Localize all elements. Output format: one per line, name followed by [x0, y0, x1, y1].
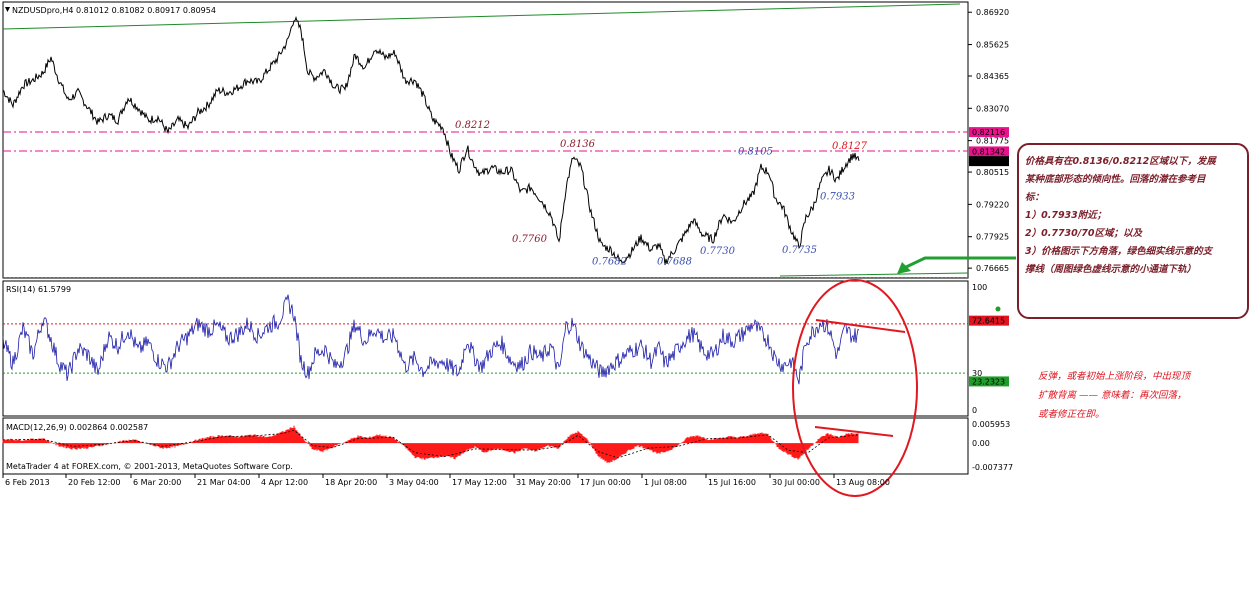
price-tick-label: 0.77925	[976, 233, 1009, 242]
price-tick-label: 0.79220	[976, 200, 1009, 209]
note-line: 扩散背离 —— 意味着：再次回落，	[1038, 390, 1187, 401]
time-tick-label: 17 Jun 00:00	[580, 478, 631, 487]
time-tick-label: 4 Apr 12:00	[261, 478, 308, 487]
price-annotation: 0.7682	[592, 257, 627, 268]
time-tick-label: 30 Jul 00:00	[772, 478, 820, 487]
callout-line: 撑线（周图绿色虚线示意的小通道下轨）	[1025, 264, 1197, 275]
time-tick-label: 18 Apr 20:00	[325, 478, 377, 487]
rsi-dot-icon	[995, 306, 1001, 312]
price-annotation: 0.8136	[560, 139, 596, 150]
analysis-callout: 价格具有在0.8136/0.8212区域以下，发展 某种底部形态的倾向性。回落的…	[1017, 143, 1249, 319]
callout-line: 1）0.7933附近；	[1025, 210, 1107, 221]
price-panel	[2, 1, 969, 279]
price-tick-label: 0.84365	[976, 72, 1009, 81]
rsi-tick-label: 0	[972, 406, 977, 415]
time-tick-label: 13 Aug 08:00	[836, 478, 890, 487]
callout-line: 标：	[1025, 192, 1045, 203]
price-tick-label: 0.86920	[976, 8, 1009, 17]
callout-line: 3）价格图示下方角落，绿色细实线示意的支	[1025, 246, 1213, 257]
price-tick-label: 0.85625	[976, 41, 1009, 50]
time-tick-label: 15 Jul 16:00	[708, 478, 756, 487]
price-tick-label: 0.76665	[976, 264, 1009, 273]
price-tick-label: 0.83070	[976, 104, 1009, 113]
macd-tick-label: 0.005953	[972, 420, 1010, 429]
rsi-level-tag-label: 72.6415	[972, 317, 1005, 326]
time-tick-label: 3 May 04:00	[389, 478, 439, 487]
note-line: 反弹，或者初始上涨阶段，中出现顶	[1038, 371, 1191, 382]
price-annotation: 0.7730	[700, 246, 736, 257]
price-tick-label: 0.81775	[976, 137, 1009, 146]
price-level-tag-label: 0.80954	[972, 157, 1005, 166]
callout-line: 价格具有在0.8136/0.8212区域以下，发展	[1025, 156, 1216, 167]
rsi-tick-label: 100	[972, 283, 987, 292]
time-tick-label: 21 Mar 04:00	[197, 478, 250, 487]
rsi-header: RSI(14) 61.5799	[6, 285, 71, 294]
price-annotation: 0.7933	[820, 192, 855, 203]
time-tick-label: 1 Jul 08:00	[644, 478, 687, 487]
macd-header: MACD(12,26,9) 0.002864 0.002587	[6, 423, 148, 432]
time-tick-label: 6 Mar 20:00	[133, 478, 181, 487]
price-annotation: 0.8127	[832, 141, 868, 152]
macd-tick-label: 0.00	[972, 439, 990, 448]
price-annotation: 0.8105	[738, 147, 773, 158]
macd-footer: MetaTrader 4 at FOREX.com, © 2001-2013, …	[6, 462, 293, 471]
price-annotation: 0.7688	[657, 257, 692, 268]
macd-tick-label: -0.007377	[972, 463, 1013, 472]
price-header: NZDUSDpro,H4 0.81012 0.81082 0.80917 0.8…	[12, 6, 216, 15]
price-level-tag-label: 0.82116	[972, 128, 1005, 137]
time-tick-label: 17 May 12:00	[452, 478, 507, 487]
callout-line: 2）0.7730/70区域；以及	[1025, 228, 1142, 239]
price-annotation: 0.7760	[512, 234, 548, 245]
time-tick-label: 6 Feb 2013	[5, 478, 50, 487]
price-annotation: 0.7735	[782, 245, 817, 256]
rsi-level-tag-label: 23.2323	[972, 377, 1005, 386]
price-level-tag-label: 0.81342	[972, 147, 1005, 156]
price-annotation: 0.8212	[455, 120, 490, 131]
divergence-note: 反弹，或者初始上涨阶段，中出现顶 扩散背离 —— 意味着：再次回落， 或者修正在…	[1038, 367, 1248, 424]
rsi-panel	[2, 280, 969, 417]
time-tick-label: 20 Feb 12:00	[68, 478, 120, 487]
note-line: 或者修正在即。	[1038, 409, 1105, 420]
price-tick-label: 0.80515	[976, 168, 1009, 177]
time-tick-label: 31 May 20:00	[516, 478, 571, 487]
callout-line: 某种底部形态的倾向性。回落的潜在参考目	[1025, 174, 1206, 185]
